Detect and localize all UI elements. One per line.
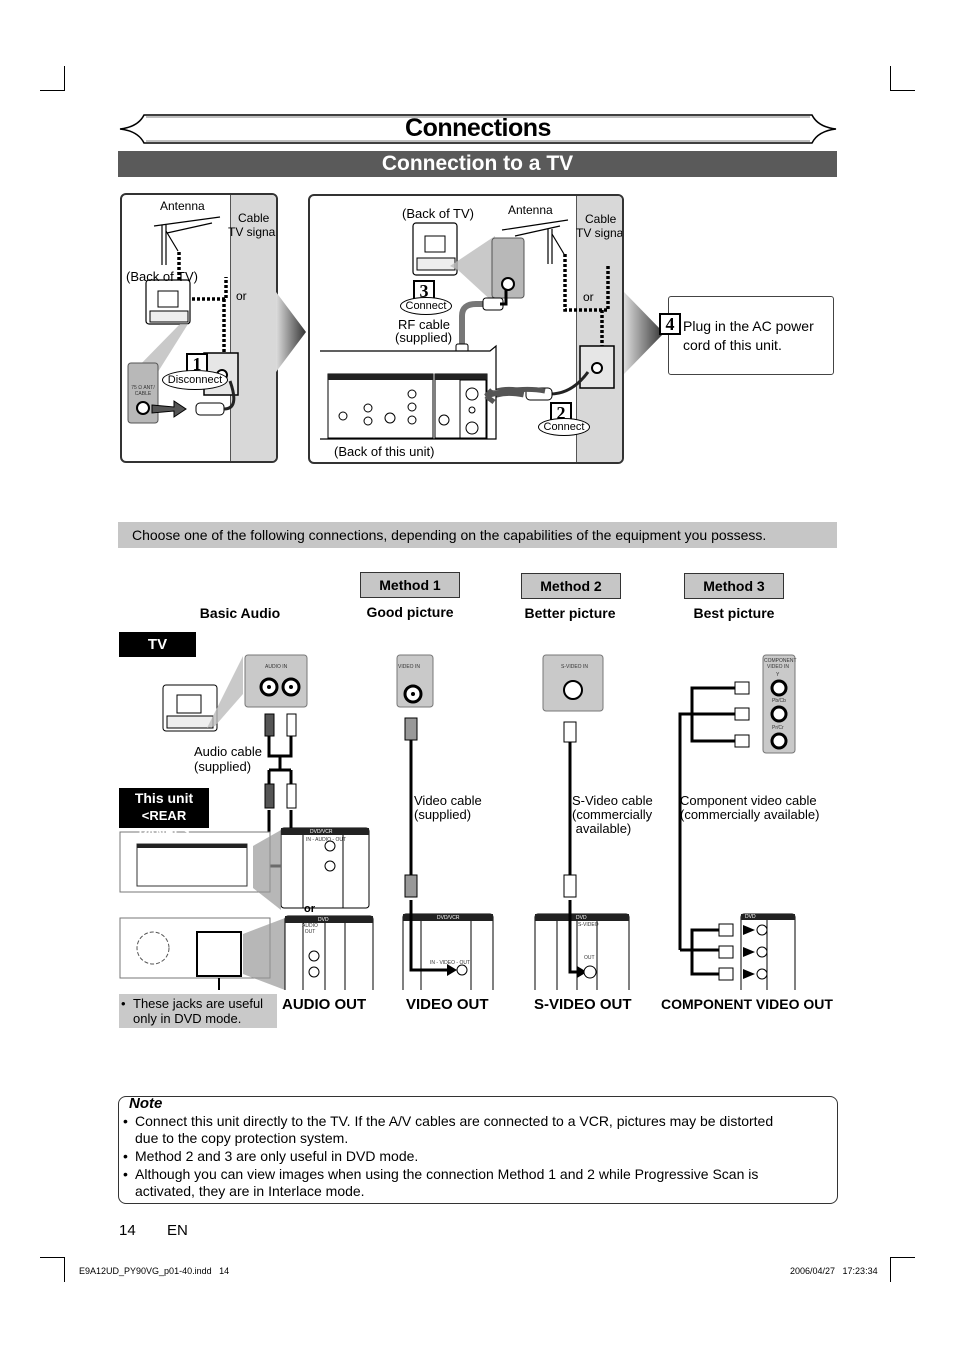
note-box: Note • Connect this unit directly to the… <box>118 1095 838 1204</box>
svideo-cable-label-2: (commercially <box>572 807 653 822</box>
choose-instructions: Choose one of the following connections,… <box>118 522 837 548</box>
dvd-header-audio: DVD <box>318 917 329 923</box>
crop-mark-bottom-left <box>40 1257 65 1282</box>
step-number-4: 4 <box>659 313 681 335</box>
ant-cable-jack-label: 75 Ω ANT/ CABLE <box>131 385 155 397</box>
this-unit-tag: This unit <REAR PANEL> <box>119 788 209 840</box>
step-panel-connect: (Back of TV) Antenna Cable TV signa or 3… <box>308 194 624 464</box>
audio-cable-label-1: Audio cable <box>194 744 262 759</box>
dvd-header-svideo: DVD <box>576 915 587 921</box>
quality-good-picture: Good picture <box>366 604 454 620</box>
bullet: • <box>123 1148 128 1164</box>
page-number: 14 <box>119 1222 136 1239</box>
bullet: • <box>123 1166 128 1182</box>
svideo-small-label: S-VIDEO <box>578 922 599 928</box>
note-item-line2: activated, they are in Interlace mode. <box>135 1183 365 1199</box>
svideo-cable-label-1: S-Video cable <box>572 793 653 808</box>
next-step-arrow-1 <box>276 292 306 372</box>
component-in-label-2: VIDEO IN <box>767 664 789 670</box>
note-item: • Connect this unit directly to the TV. … <box>123 1113 823 1147</box>
page-title: Connections <box>405 114 551 142</box>
in-audio-out-label: IN - AUDIO - OUT <box>306 837 346 843</box>
crop-mark-top-left <box>40 66 65 91</box>
method-1-tag: Method 1 <box>360 572 460 598</box>
back-of-unit-label: (Back of this unit) <box>334 444 435 459</box>
y-label: Y <box>776 672 780 678</box>
method-2-tag: Method 2 <box>521 573 621 599</box>
in-video-out-label: IN - VIDEO - OUT <box>430 960 470 966</box>
note-item-line1: Method 2 and 3 are only useful in DVD mo… <box>135 1148 419 1164</box>
this-unit-label: This unit <box>134 790 194 806</box>
dvd-vcr-header: DVD/VCR <box>310 829 333 835</box>
pb-label: Pb/Cb <box>772 698 786 704</box>
plug-text-line2: cord of this unit. <box>683 337 782 353</box>
note-title: Note <box>129 1095 163 1112</box>
dvd-header-component: DVD <box>745 914 756 920</box>
video-cable-label-2: (supplied) <box>414 807 472 822</box>
or-label: or <box>236 289 247 303</box>
svideo-out-label: S-VIDEO OUT <box>534 996 632 1013</box>
bullet: • <box>123 1113 128 1129</box>
disconnect-label: Disconnect <box>162 370 228 390</box>
or-label: or <box>304 903 315 915</box>
back-of-tv-label: (Back of TV) <box>126 269 199 284</box>
dvd-vcr-video-panel <box>402 913 494 990</box>
plug-text-line1: Plug in the AC power <box>683 318 814 334</box>
bullet: • <box>121 996 126 1011</box>
dvd-only-note-line2: only in DVD mode. <box>133 1011 242 1026</box>
component-cable-label-2: (commercially available) <box>680 807 820 822</box>
svideo-cable-label-3: available) <box>572 821 632 836</box>
audio-out-small-label: AUDIO OUT <box>302 923 318 935</box>
note-item-line2: due to the copy protection system. <box>135 1130 349 1146</box>
tv-back-icon <box>412 222 458 276</box>
note-item: • Method 2 and 3 are only useful in DVD … <box>123 1148 823 1165</box>
unit-back-panel <box>320 344 497 440</box>
step-plug-in-box: Plug in the AC power cord of this unit. <box>668 296 834 375</box>
quality-best-picture: Best picture <box>693 605 775 621</box>
rear-panel-label: <REAR PANEL> <box>138 808 190 840</box>
dvd-only-note-line1: These jacks are useful <box>133 996 264 1011</box>
component-video-out-label: COMPONENT VIDEO OUT <box>661 996 833 1012</box>
tv-back-icon <box>162 684 218 732</box>
note-item: • Although you can view images when usin… <box>123 1166 823 1200</box>
title-banner: Connections <box>118 113 838 145</box>
note-item-line1: Connect this unit directly to the TV. If… <box>135 1113 774 1129</box>
antenna-icon <box>153 216 221 265</box>
svideo-in-label: S-VIDEO IN <box>561 664 588 670</box>
crop-mark-top-right <box>890 66 915 91</box>
antenna-wiring-diagram <box>127 216 239 424</box>
video-cable-label-1: Video cable <box>414 793 482 808</box>
pr-label: Pr/Cr <box>772 725 784 731</box>
audio-in-label: AUDIO IN <box>265 664 288 670</box>
dvd-vcr-header-video: DVD/VCR <box>437 915 460 921</box>
rf-cable-label-2: (supplied) <box>395 330 453 345</box>
dvd-only-note: • These jacks are useful only in DVD mod… <box>119 994 277 1028</box>
audio-cable-label-2: (supplied) <box>194 759 252 774</box>
connect-label-step3: Connect <box>400 297 452 315</box>
dvd-audio-out-panel <box>284 915 374 990</box>
step-panel-disconnect: Antenna Cable TV signa 75 Ω ANT/ CABLE (… <box>120 193 278 463</box>
footer-timestamp: 2006/04/27 17:23:34 <box>790 1266 878 1276</box>
note-item-line1: Although you can view images when using … <box>135 1166 759 1182</box>
video-in-label: VIDEO IN <box>398 664 420 670</box>
tv-back-icon <box>145 279 191 325</box>
language-code: EN <box>167 1222 188 1239</box>
video-out-label: VIDEO OUT <box>406 996 489 1013</box>
component-cable-label-1: Component video cable <box>680 793 817 808</box>
section-title: Connection to a TV <box>118 151 837 177</box>
audio-out-label: AUDIO OUT <box>282 996 367 1013</box>
quality-basic-audio: Basic Audio <box>199 605 281 621</box>
method-3-tag: Method 3 <box>684 573 784 599</box>
footer-filename: E9A12UD_PY90VG_p01-40.indd 14 <box>79 1266 230 1276</box>
crop-mark-bottom-right <box>890 1257 915 1282</box>
quality-better-picture: Better picture <box>524 605 616 621</box>
out-small-label: OUT <box>584 955 595 961</box>
connect-label-step2: Connect <box>538 418 590 436</box>
